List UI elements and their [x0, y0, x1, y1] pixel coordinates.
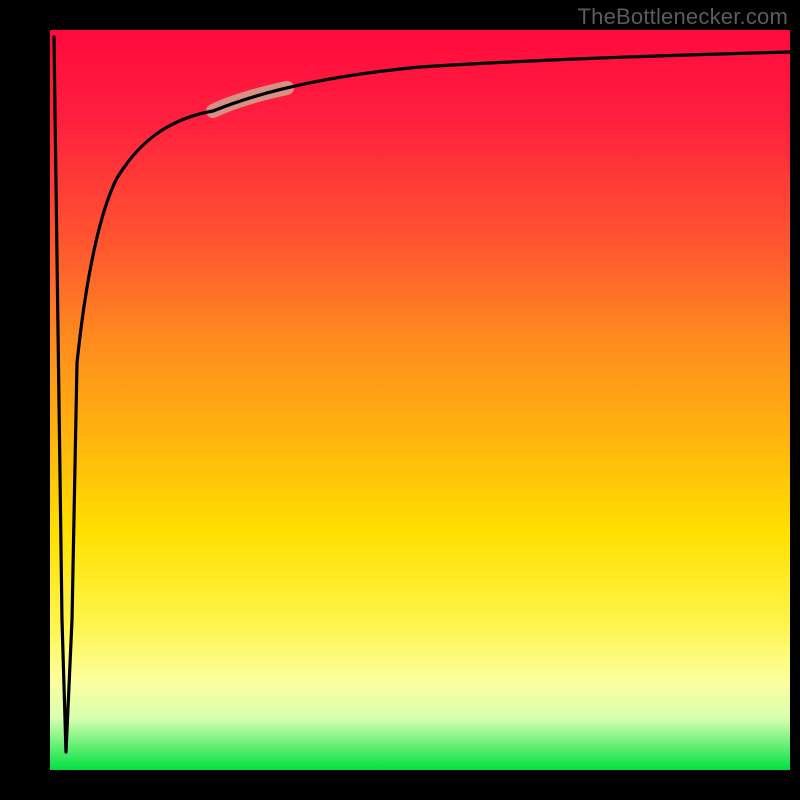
chart-spike [54, 37, 77, 752]
chart-main-curve [77, 52, 790, 363]
chart-plot-area [50, 30, 790, 770]
chart-frame: TheBottlenecker.com [0, 0, 800, 800]
chart-curve-layer [50, 30, 790, 770]
attribution-text: TheBottlenecker.com [578, 4, 788, 30]
